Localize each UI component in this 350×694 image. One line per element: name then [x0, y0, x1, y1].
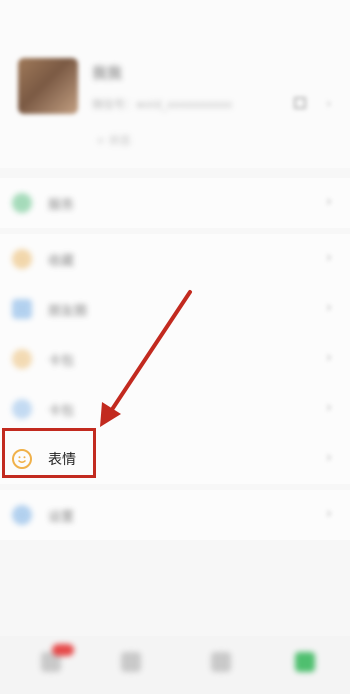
- me-tab-icon: [295, 652, 315, 672]
- discover-tab-icon: [211, 652, 231, 672]
- contacts-tab-icon: [121, 652, 141, 672]
- tab-chats[interactable]: [36, 644, 74, 682]
- tab-me[interactable]: [290, 648, 320, 682]
- annotation-arrow: [100, 290, 192, 427]
- tab-bar: [0, 636, 350, 694]
- tab-contacts[interactable]: [116, 648, 146, 682]
- tab-discover[interactable]: [206, 648, 236, 682]
- unread-badge: [52, 644, 74, 656]
